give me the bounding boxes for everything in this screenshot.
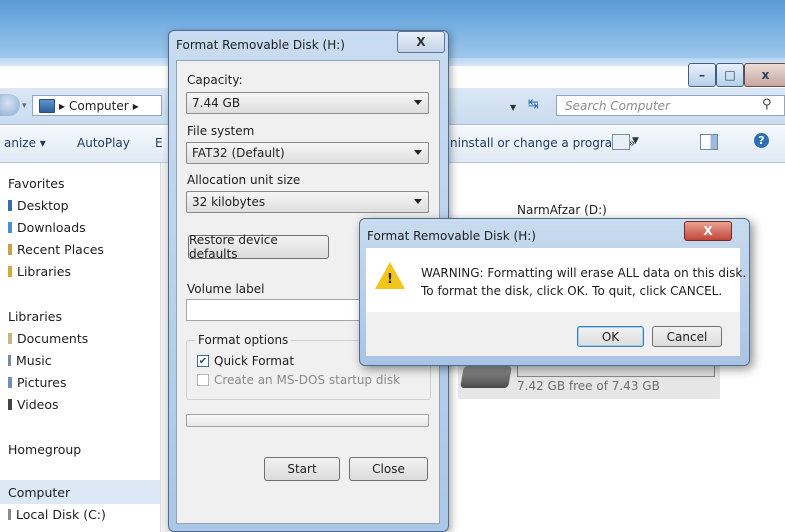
allocation-select[interactable]: 32 kilobytes — [186, 191, 429, 213]
downloads-icon — [8, 222, 12, 233]
volume-label: Volume label — [187, 282, 265, 296]
nav-item-label: Videos — [17, 397, 59, 412]
nav-item-label: Pictures — [17, 375, 67, 390]
nav-item-label: Music — [16, 353, 52, 368]
format-options-label: Format options — [195, 333, 292, 347]
nav-item-label: Desktop — [17, 198, 69, 213]
nav-item-label: Recent Places — [17, 242, 104, 257]
nav-homegroup[interactable]: Homegroup — [8, 442, 81, 457]
format-dialog-close-button[interactable]: X — [397, 31, 445, 53]
address-dropdown-icon[interactable]: ▼ — [510, 103, 516, 112]
quick-format-checkbox[interactable]: ✔ — [197, 355, 209, 367]
warning-dialog-title: Format Removable Disk (H:) — [367, 229, 536, 243]
nav-item-pictures[interactable]: Pictures — [8, 375, 67, 390]
navigation-pane — [0, 163, 161, 532]
chevron-down-icon — [414, 100, 422, 105]
chevron-down-icon — [414, 199, 422, 204]
preview-pane-icon[interactable] — [700, 134, 718, 150]
desktop-icon — [8, 200, 12, 211]
nav-computer[interactable]: Computer — [8, 485, 70, 500]
nav-favorites[interactable]: Favorites — [8, 176, 64, 191]
filesystem-label: File system — [187, 124, 255, 138]
help-icon[interactable]: ? — [754, 133, 769, 148]
nav-item-desktop[interactable]: Desktop — [8, 198, 69, 213]
documents-icon — [8, 333, 12, 344]
breadcrumb-separator: ▸ — [59, 98, 66, 113]
quick-format-option[interactable]: ✔ Quick Format — [197, 354, 294, 368]
drive-h-free-space: 7.42 GB free of 7.43 GB — [517, 379, 660, 393]
cancel-button[interactable]: Cancel — [652, 326, 722, 347]
allocation-label: Allocation unit size — [187, 173, 301, 187]
recent-places-icon — [8, 244, 12, 255]
nav-item-local-disk-c[interactable]: Local Disk (C:) — [8, 507, 106, 522]
nav-item-label: Downloads — [17, 220, 86, 235]
warning-message-line2: To format the disk, click OK. To quit, c… — [421, 284, 723, 298]
nav-item-libraries-fav[interactable]: Libraries — [8, 264, 71, 279]
nav-libraries[interactable]: Libraries — [8, 309, 62, 324]
removable-drive-icon — [460, 366, 512, 388]
history-dropdown-icon[interactable]: ▾ — [22, 101, 27, 111]
close-window-button[interactable]: x — [744, 63, 785, 87]
disk-icon — [8, 509, 11, 520]
maximize-button[interactable]: □ — [716, 63, 744, 87]
close-button[interactable]: Close — [349, 457, 428, 481]
warning-dialog-body — [366, 248, 740, 312]
format-dialog-title: Format Removable Disk (H:) — [176, 38, 345, 52]
libraries-icon — [8, 266, 12, 277]
change-view-icon[interactable] — [612, 134, 630, 150]
warning-dialog-close-button[interactable]: X — [684, 221, 732, 241]
nav-item-videos[interactable]: Videos — [8, 397, 59, 412]
chevron-down-icon — [414, 150, 422, 155]
breadcrumb-separator-2[interactable]: ▸ — [133, 99, 139, 113]
eject-button[interactable]: E — [155, 136, 163, 150]
pictures-icon — [8, 377, 12, 388]
warning-message-line1: WARNING: Formatting will erase ALL data … — [421, 266, 747, 280]
filesystem-select[interactable]: FAT32 (Default) — [186, 142, 429, 164]
computer-icon — [39, 98, 55, 113]
msdos-checkbox — [197, 374, 209, 386]
msdos-startup-option: Create an MS-DOS startup disk — [197, 373, 400, 387]
search-placeholder: Search Computer — [565, 98, 670, 113]
autoplay-button[interactable]: AutoPlay — [77, 136, 130, 150]
breadcrumb-computer[interactable]: Computer — [69, 99, 129, 113]
nav-item-recent-places[interactable]: Recent Places — [8, 242, 104, 257]
address-box[interactable]: ▸ Computer ▸ — [32, 95, 162, 116]
allocation-value: 32 kilobytes — [192, 195, 266, 209]
filesystem-value: FAT32 (Default) — [192, 146, 285, 160]
nav-item-documents[interactable]: Documents — [8, 331, 88, 346]
minimize-button[interactable]: – — [688, 63, 716, 87]
drive-d-label[interactable]: NarmAfzar (D:) — [517, 203, 607, 217]
start-button[interactable]: Start — [264, 457, 340, 481]
restore-defaults-button[interactable]: Restore device defaults — [188, 233, 329, 261]
nav-item-label: Local Disk (C:) — [16, 507, 106, 522]
warning-icon-mark: ! — [387, 272, 393, 287]
quick-format-label: Quick Format — [214, 354, 295, 368]
music-icon — [8, 355, 11, 366]
capacity-select[interactable]: 7.44 GB — [186, 92, 429, 114]
search-icon[interactable]: ⚲ — [762, 97, 772, 112]
msdos-label: Create an MS-DOS startup disk — [214, 373, 401, 387]
capacity-label: Capacity: — [187, 73, 243, 87]
view-dropdown-icon[interactable]: ▼ — [632, 136, 639, 146]
nav-item-label: Documents — [17, 331, 89, 346]
refresh-icon[interactable]: ↹ — [528, 97, 539, 112]
nav-item-music[interactable]: Music — [8, 353, 52, 368]
videos-icon — [8, 399, 12, 410]
ok-button[interactable]: OK — [577, 326, 644, 347]
format-progress-bar — [186, 414, 429, 427]
search-input[interactable]: Search Computer — [556, 95, 785, 116]
capacity-value: 7.44 GB — [192, 96, 241, 110]
nav-item-label: Libraries — [17, 264, 71, 279]
nav-item-downloads[interactable]: Downloads — [8, 220, 86, 235]
uninstall-program-button[interactable]: ninstall or change a program — [450, 136, 624, 150]
organize-menu[interactable]: anize ▾ — [4, 136, 46, 150]
